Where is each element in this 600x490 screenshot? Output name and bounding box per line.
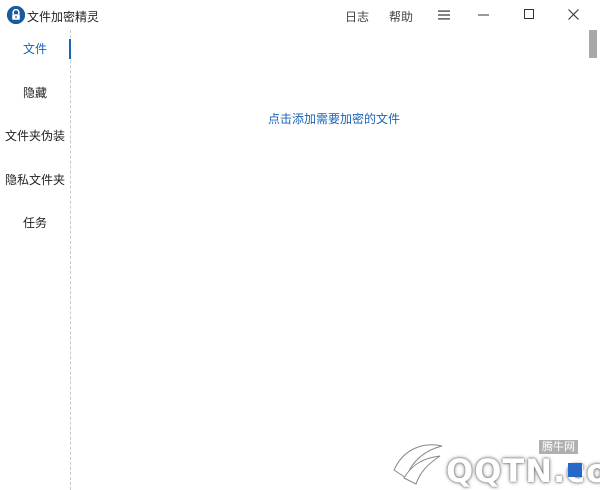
menu-button[interactable] [424,0,464,30]
file-drop-area[interactable]: 点击添加需要加密的文件 [72,30,586,490]
sidebar-item-files[interactable]: 文件 [0,37,70,61]
close-button[interactable] [554,0,594,30]
vertical-scrollbar[interactable] [586,30,600,490]
sidebar-item-tasks[interactable]: 任务 [0,211,70,235]
lock-icon [7,6,25,24]
close-icon [568,9,579,20]
active-tab-indicator [69,39,71,59]
help-link[interactable]: 帮助 [389,8,413,25]
scroll-thumb[interactable] [589,30,597,58]
minimize-icon [478,14,489,16]
log-link[interactable]: 日志 [345,8,369,25]
maximize-button[interactable] [510,0,550,30]
sidebar: 文件 隐藏 文件夹伪装 隐私文件夹 任务 [0,30,72,490]
app-window: 文件加密精灵 日志 帮助 文件 隐藏 文件夹伪装 隐私文件夹 任务 点击添加需要… [0,0,600,490]
sidebar-divider [70,30,71,490]
maximize-icon [524,9,534,19]
sidebar-item-private-folder[interactable]: 隐私文件夹 [0,168,70,192]
watermark-logo [393,444,443,485]
minimize-button[interactable] [464,0,504,30]
sidebar-item-folder-disguise[interactable]: 文件夹伪装 [0,124,70,148]
title-bar[interactable]: 文件加密精灵 日志 帮助 [0,0,600,30]
hamburger-menu-icon [438,10,450,20]
watermark-badge [568,463,582,477]
watermark: 腾牛网 QQTN.com [390,436,600,490]
add-files-link[interactable]: 点击添加需要加密的文件 [268,110,400,127]
sidebar-item-hide[interactable]: 隐藏 [0,81,70,105]
app-title: 文件加密精灵 [27,10,100,24]
